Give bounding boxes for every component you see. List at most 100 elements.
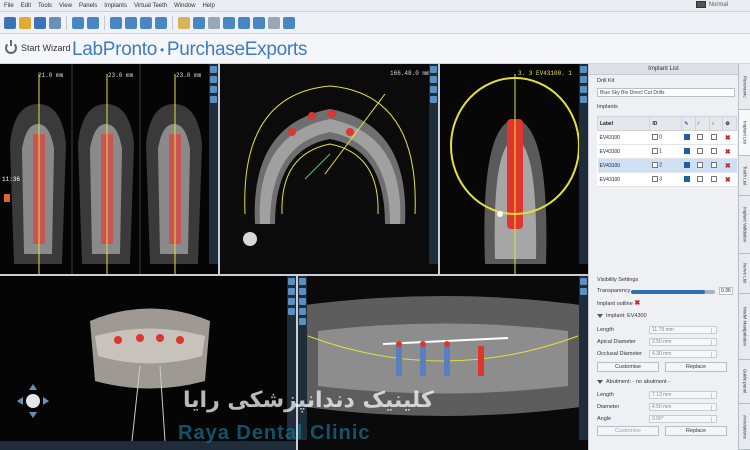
implant-position-4[interactable] bbox=[346, 128, 354, 136]
rotate-icon[interactable] bbox=[140, 16, 152, 29]
tab-model-manipulation[interactable]: Model Manipulation bbox=[739, 294, 750, 360]
color-checkbox[interactable] bbox=[711, 148, 718, 155]
visible-checkbox[interactable] bbox=[651, 148, 658, 155]
table-row[interactable]: EV43100 0 ✖ bbox=[597, 130, 737, 145]
new-file-icon[interactable] bbox=[4, 16, 16, 29]
pan-icon[interactable] bbox=[580, 76, 587, 83]
occlusal-diameter-field[interactable]: 4.30 mm bbox=[649, 350, 717, 358]
replace-button[interactable]: Replace bbox=[665, 362, 727, 372]
brightness-icon[interactable] bbox=[299, 308, 306, 315]
zoom-icon[interactable] bbox=[288, 278, 295, 285]
drill-kit-select[interactable]: Blue Sky Bio Direct Cut Drills bbox=[597, 88, 735, 97]
head-orientation-icon[interactable] bbox=[243, 232, 257, 246]
show-checkbox[interactable] bbox=[697, 148, 704, 155]
layout-icon[interactable] bbox=[580, 96, 587, 103]
delete-icon[interactable]: ✖ bbox=[725, 163, 731, 170]
view-mode-selector[interactable]: Normal bbox=[695, 1, 728, 8]
menu-edit[interactable]: Edit bbox=[21, 3, 31, 9]
customise-button[interactable]: Customise bbox=[597, 362, 659, 372]
layout-icon[interactable] bbox=[580, 288, 587, 295]
abutment-length-field[interactable]: 7.13 mm bbox=[649, 391, 717, 399]
undo-icon[interactable] bbox=[72, 16, 84, 29]
tab-tooth-list[interactable]: Tooth List bbox=[739, 156, 750, 196]
implant-position-3[interactable] bbox=[328, 110, 336, 118]
tab-implant-validation[interactable]: Implant Validation bbox=[739, 196, 750, 254]
lock-checkbox[interactable] bbox=[683, 176, 690, 183]
redo-icon[interactable] bbox=[87, 16, 99, 29]
cross-slices-viewport[interactable]: 21.0 mm 23.0 mm 23.0 mm 11:36 bbox=[0, 64, 218, 274]
pan-icon[interactable] bbox=[110, 16, 122, 29]
render-tool-icon[interactable] bbox=[283, 16, 295, 29]
zoom-icon[interactable] bbox=[210, 66, 217, 73]
pan-icon[interactable] bbox=[299, 288, 306, 295]
lock-checkbox[interactable] bbox=[683, 148, 690, 155]
rotate-icon[interactable] bbox=[580, 86, 587, 93]
zoom-icon[interactable] bbox=[430, 66, 437, 73]
menu-view[interactable]: View bbox=[59, 3, 72, 9]
visible-checkbox[interactable] bbox=[651, 134, 658, 141]
color-checkbox[interactable] bbox=[711, 162, 718, 169]
axial-viewport[interactable]: 166.48.0 mm bbox=[220, 64, 438, 274]
delete-icon[interactable]: ✖ bbox=[725, 135, 731, 142]
abutment-customise-button[interactable]: Customise bbox=[597, 426, 659, 436]
visible-checkbox[interactable] bbox=[651, 162, 658, 169]
abutment-diameter-field[interactable]: 4.50 mm bbox=[649, 403, 717, 411]
tab-nerve-list[interactable]: Nerve List bbox=[739, 254, 750, 294]
abutment-replace-button[interactable]: Replace bbox=[665, 426, 727, 436]
rotate-icon[interactable] bbox=[210, 86, 217, 93]
show-checkbox[interactable] bbox=[697, 162, 704, 169]
implant-section-header[interactable]: Implant: EV4300 bbox=[597, 313, 647, 319]
menu-tools[interactable]: Tools bbox=[38, 3, 52, 9]
angle-icon[interactable] bbox=[193, 16, 205, 29]
color-checkbox[interactable] bbox=[711, 176, 718, 183]
implant-cross-viewport[interactable]: 3. 3 EV43100. 1 bbox=[440, 64, 588, 274]
table-row[interactable]: EV43100 3 ✖ bbox=[597, 172, 737, 187]
apical-diameter-field[interactable]: 2.50 mm bbox=[649, 338, 717, 346]
delete-icon[interactable]: ✖ bbox=[725, 149, 731, 156]
lock-checkbox[interactable] bbox=[683, 134, 690, 141]
pan-icon[interactable] bbox=[210, 76, 217, 83]
layout-icon[interactable] bbox=[210, 96, 217, 103]
pan-icon[interactable] bbox=[288, 288, 295, 295]
pano-implant-1[interactable] bbox=[396, 346, 402, 376]
delete-icon[interactable]: ✖ bbox=[725, 177, 731, 184]
layout-icon[interactable] bbox=[299, 318, 306, 325]
annotation-icon[interactable] bbox=[208, 16, 220, 29]
menu-virtual-teeth[interactable]: Virtual Teeth bbox=[134, 3, 167, 9]
rotate-icon[interactable] bbox=[430, 86, 437, 93]
abutment-section-header[interactable]: Abutment: - no abutment - bbox=[597, 379, 670, 385]
menu-file[interactable]: File bbox=[4, 3, 14, 9]
transparency-slider[interactable] bbox=[631, 290, 715, 294]
transparency-value[interactable]: 0.36 bbox=[719, 287, 733, 295]
table-row[interactable]: EV43100 1 ✖ bbox=[597, 144, 737, 159]
rotate-icon[interactable] bbox=[288, 298, 295, 305]
outline-toggle-icon[interactable]: ✖ bbox=[634, 300, 640, 307]
visible-checkbox[interactable] bbox=[651, 176, 658, 183]
implant-position-1[interactable] bbox=[288, 128, 296, 136]
implant-position-2[interactable] bbox=[308, 112, 316, 120]
save-icon[interactable] bbox=[34, 16, 46, 29]
tooth-tool-icon[interactable] bbox=[253, 16, 265, 29]
pano-implant-3[interactable] bbox=[444, 346, 450, 376]
layout-icon[interactable] bbox=[288, 308, 295, 315]
table-row[interactable]: EV43100 2 ✖ bbox=[597, 158, 737, 173]
layout-icon[interactable] bbox=[430, 96, 437, 103]
pano-implant-2[interactable] bbox=[420, 346, 426, 376]
color-checkbox[interactable] bbox=[711, 134, 718, 141]
zoom-icon[interactable] bbox=[125, 16, 137, 29]
tab-panoramic[interactable]: Panoramic bbox=[739, 64, 750, 110]
tab-implant-list[interactable]: Implant List bbox=[739, 110, 750, 156]
pan-icon[interactable] bbox=[430, 76, 437, 83]
pano-implant-4[interactable] bbox=[478, 346, 484, 376]
show-checkbox[interactable] bbox=[697, 176, 704, 183]
abutment-angle-field[interactable]: 0.00° bbox=[649, 415, 717, 423]
tab-guide-panel[interactable]: Guide panel bbox=[739, 360, 750, 404]
zoom-icon[interactable] bbox=[299, 278, 306, 285]
print-icon[interactable] bbox=[49, 16, 61, 29]
contrast-icon[interactable] bbox=[155, 16, 167, 29]
zoom-icon[interactable] bbox=[580, 66, 587, 73]
nerve-tool-icon[interactable] bbox=[238, 16, 250, 29]
measure-icon[interactable] bbox=[178, 16, 190, 29]
show-checkbox[interactable] bbox=[697, 134, 704, 141]
guide-tool-icon[interactable] bbox=[268, 16, 280, 29]
